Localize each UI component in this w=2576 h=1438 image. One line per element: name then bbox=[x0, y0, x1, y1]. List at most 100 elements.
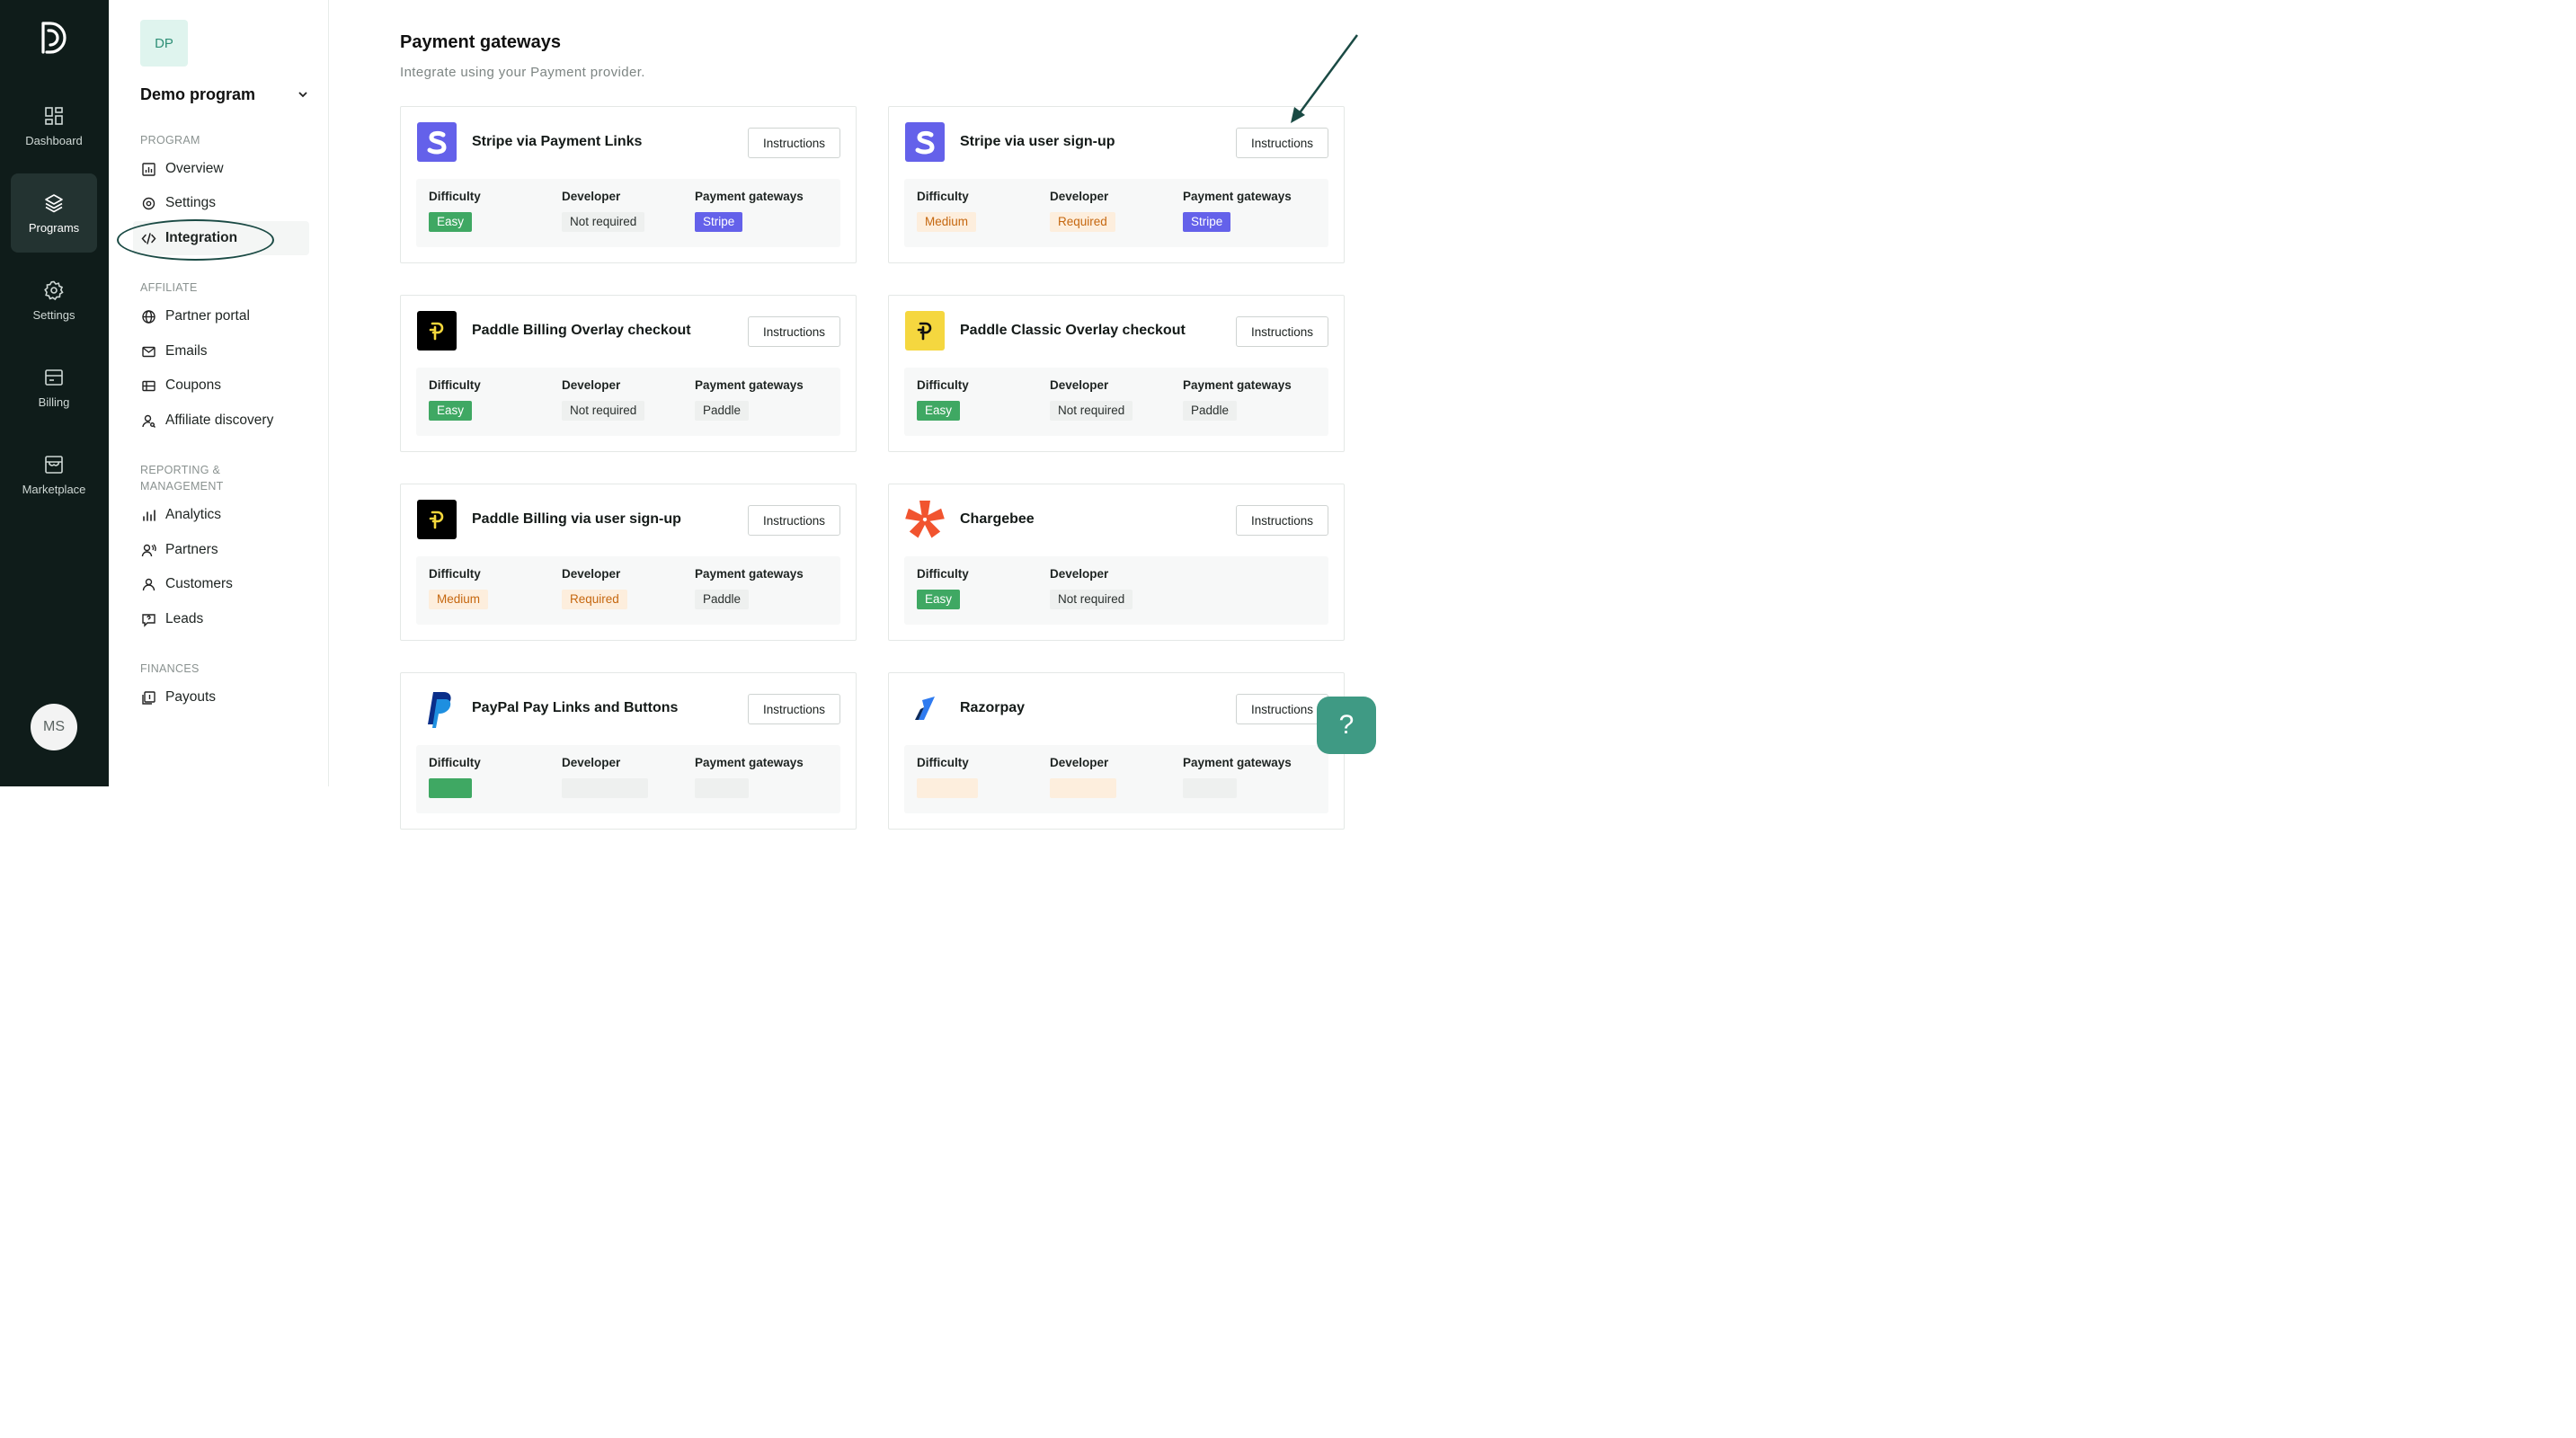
user-avatar[interactable]: MS bbox=[31, 704, 77, 750]
developer-badge bbox=[1050, 778, 1116, 798]
rail-item-programs[interactable]: Programs bbox=[11, 173, 97, 253]
help-button[interactable]: ? bbox=[1317, 697, 1376, 754]
developer-badge: Required bbox=[562, 590, 627, 609]
nav-item-partner-portal[interactable]: Partner portal bbox=[133, 299, 309, 333]
nav-item-customers[interactable]: Customers bbox=[133, 567, 309, 601]
developer-col: Developer Not required bbox=[562, 378, 645, 421]
gateways-col: Payment gateways Paddle bbox=[1183, 378, 1292, 421]
instructions-button[interactable]: Instructions bbox=[1236, 694, 1328, 724]
section-label-line: MANAGEMENT bbox=[140, 480, 224, 493]
nav-item-leads[interactable]: Leads bbox=[133, 602, 309, 636]
section-label-affiliate: AFFILIATE bbox=[140, 281, 198, 294]
difficulty-badge: Medium bbox=[917, 212, 977, 232]
rail-item-dashboard[interactable]: Dashboard bbox=[11, 86, 97, 165]
col-label: Difficulty bbox=[429, 378, 481, 392]
rail-label: Billing bbox=[38, 395, 70, 409]
instructions-button[interactable]: Instructions bbox=[748, 316, 840, 347]
nav-label: Leads bbox=[165, 611, 204, 626]
instructions-button[interactable]: Instructions bbox=[748, 505, 840, 536]
nav-label: Affiliate discovery bbox=[165, 413, 274, 428]
brand-logo-icon[interactable] bbox=[38, 18, 70, 58]
nav-item-settings[interactable]: Settings bbox=[133, 186, 309, 220]
difficulty-col: Difficulty Easy bbox=[429, 190, 481, 232]
nav-item-analytics[interactable]: Analytics bbox=[133, 498, 309, 532]
gateway-badge bbox=[1183, 778, 1237, 798]
difficulty-badge: Easy bbox=[429, 401, 473, 421]
rail-item-settings[interactable]: Settings bbox=[11, 261, 97, 340]
question-chat-icon bbox=[142, 613, 155, 627]
col-label: Payment gateways bbox=[1183, 378, 1292, 392]
gateways-col: Payment gateways bbox=[695, 756, 804, 803]
gear-icon bbox=[44, 280, 64, 300]
gateways-col: Payment gateways Stripe bbox=[1183, 190, 1292, 232]
help-question-icon: ? bbox=[1338, 710, 1355, 740]
chart-doc-icon bbox=[142, 162, 155, 176]
payouts-icon bbox=[142, 690, 155, 705]
nav-item-coupons[interactable]: Coupons bbox=[133, 368, 309, 403]
layers-icon bbox=[45, 193, 63, 212]
nav-item-integration[interactable]: Integration bbox=[133, 221, 309, 255]
instructions-button[interactable]: Instructions bbox=[1236, 505, 1328, 536]
nav-item-overview[interactable]: Overview bbox=[133, 152, 309, 186]
developer-badge: Required bbox=[1050, 212, 1115, 232]
section-label-line: REPORTING & bbox=[140, 464, 221, 476]
col-label: Difficulty bbox=[917, 190, 969, 203]
section-label-reporting: REPORTING & MANAGEMENT bbox=[140, 462, 224, 494]
developer-badge: Not required bbox=[562, 212, 645, 232]
paddle-logo-icon bbox=[417, 500, 457, 539]
developer-col: Developer Required bbox=[1050, 190, 1115, 232]
nav-label: Partners bbox=[165, 542, 218, 557]
col-label: Difficulty bbox=[917, 756, 969, 769]
program-badge: DP bbox=[140, 20, 188, 67]
gateway-badge: Paddle bbox=[1183, 401, 1238, 421]
gateway-card-paddle-classic-overlay: Paddle Classic Overlay checkout Instruct… bbox=[888, 295, 1345, 452]
stripe-logo-icon bbox=[417, 122, 457, 162]
dashboard-icon bbox=[45, 106, 63, 125]
difficulty-col: Difficulty Medium bbox=[429, 567, 489, 609]
col-label: Developer bbox=[562, 378, 621, 392]
col-label: Developer bbox=[1050, 378, 1109, 392]
section-label-program: PROGRAM bbox=[140, 134, 200, 146]
instructions-button[interactable]: Instructions bbox=[748, 694, 840, 724]
card-title: Paddle Classic Overlay checkout bbox=[960, 323, 1186, 338]
gateway-badge bbox=[695, 778, 749, 798]
card-details: Difficulty Medium Developer Required Pay… bbox=[416, 556, 840, 625]
col-label: Developer bbox=[1050, 190, 1109, 203]
instructions-button[interactable]: Instructions bbox=[748, 128, 840, 158]
difficulty-col: Difficulty bbox=[429, 756, 481, 803]
gateway-badge: Paddle bbox=[695, 401, 750, 421]
chevron-down-icon bbox=[298, 92, 307, 98]
difficulty-badge: Easy bbox=[429, 212, 473, 232]
nav-item-partners[interactable]: Partners bbox=[133, 533, 309, 567]
main-content: Payment gateways Integrate using your Pa… bbox=[329, 0, 1409, 830]
nav-item-affiliate-discovery[interactable]: Affiliate discovery bbox=[133, 404, 309, 438]
razorpay-logo-icon bbox=[905, 688, 945, 728]
difficulty-col: Difficulty Easy bbox=[917, 378, 969, 421]
col-label: Developer bbox=[562, 756, 621, 769]
col-label: Difficulty bbox=[429, 190, 481, 203]
developer-badge: Not required bbox=[1050, 590, 1133, 609]
program-selector[interactable]: Demo program bbox=[140, 83, 309, 106]
nav-label: Integration bbox=[165, 230, 238, 245]
col-label: Developer bbox=[1050, 567, 1109, 581]
col-label: Difficulty bbox=[429, 567, 481, 581]
nav-item-emails[interactable]: Emails bbox=[133, 334, 309, 368]
gateway-card-paddle-billing-overlay: Paddle Billing Overlay checkout Instruct… bbox=[400, 295, 857, 452]
developer-badge: Not required bbox=[562, 401, 645, 421]
instructions-button[interactable]: Instructions bbox=[1236, 316, 1328, 347]
annotation-arrow-icon bbox=[1291, 34, 1359, 123]
instructions-button[interactable]: Instructions bbox=[1236, 128, 1328, 158]
rail-label: Marketplace bbox=[22, 482, 86, 496]
rail-item-billing[interactable]: Billing bbox=[11, 348, 97, 427]
stripe-logo-icon bbox=[905, 122, 945, 162]
card-details: Difficulty Easy Developer Not required P… bbox=[416, 368, 840, 436]
gateway-card-stripe-payment-links: Stripe via Payment Links Instructions Di… bbox=[400, 106, 857, 263]
page-subtitle: Integrate using your Payment provider. bbox=[400, 65, 645, 80]
developer-col: Developer Required bbox=[562, 567, 627, 609]
gear-icon bbox=[142, 197, 155, 209]
difficulty-col: Difficulty Easy bbox=[429, 378, 481, 421]
gateway-badge: Paddle bbox=[695, 590, 750, 609]
nav-item-payouts[interactable]: Payouts bbox=[133, 680, 309, 715]
rail-item-marketplace[interactable]: Marketplace bbox=[11, 435, 97, 514]
developer-col: Developer Not required bbox=[1050, 567, 1133, 609]
